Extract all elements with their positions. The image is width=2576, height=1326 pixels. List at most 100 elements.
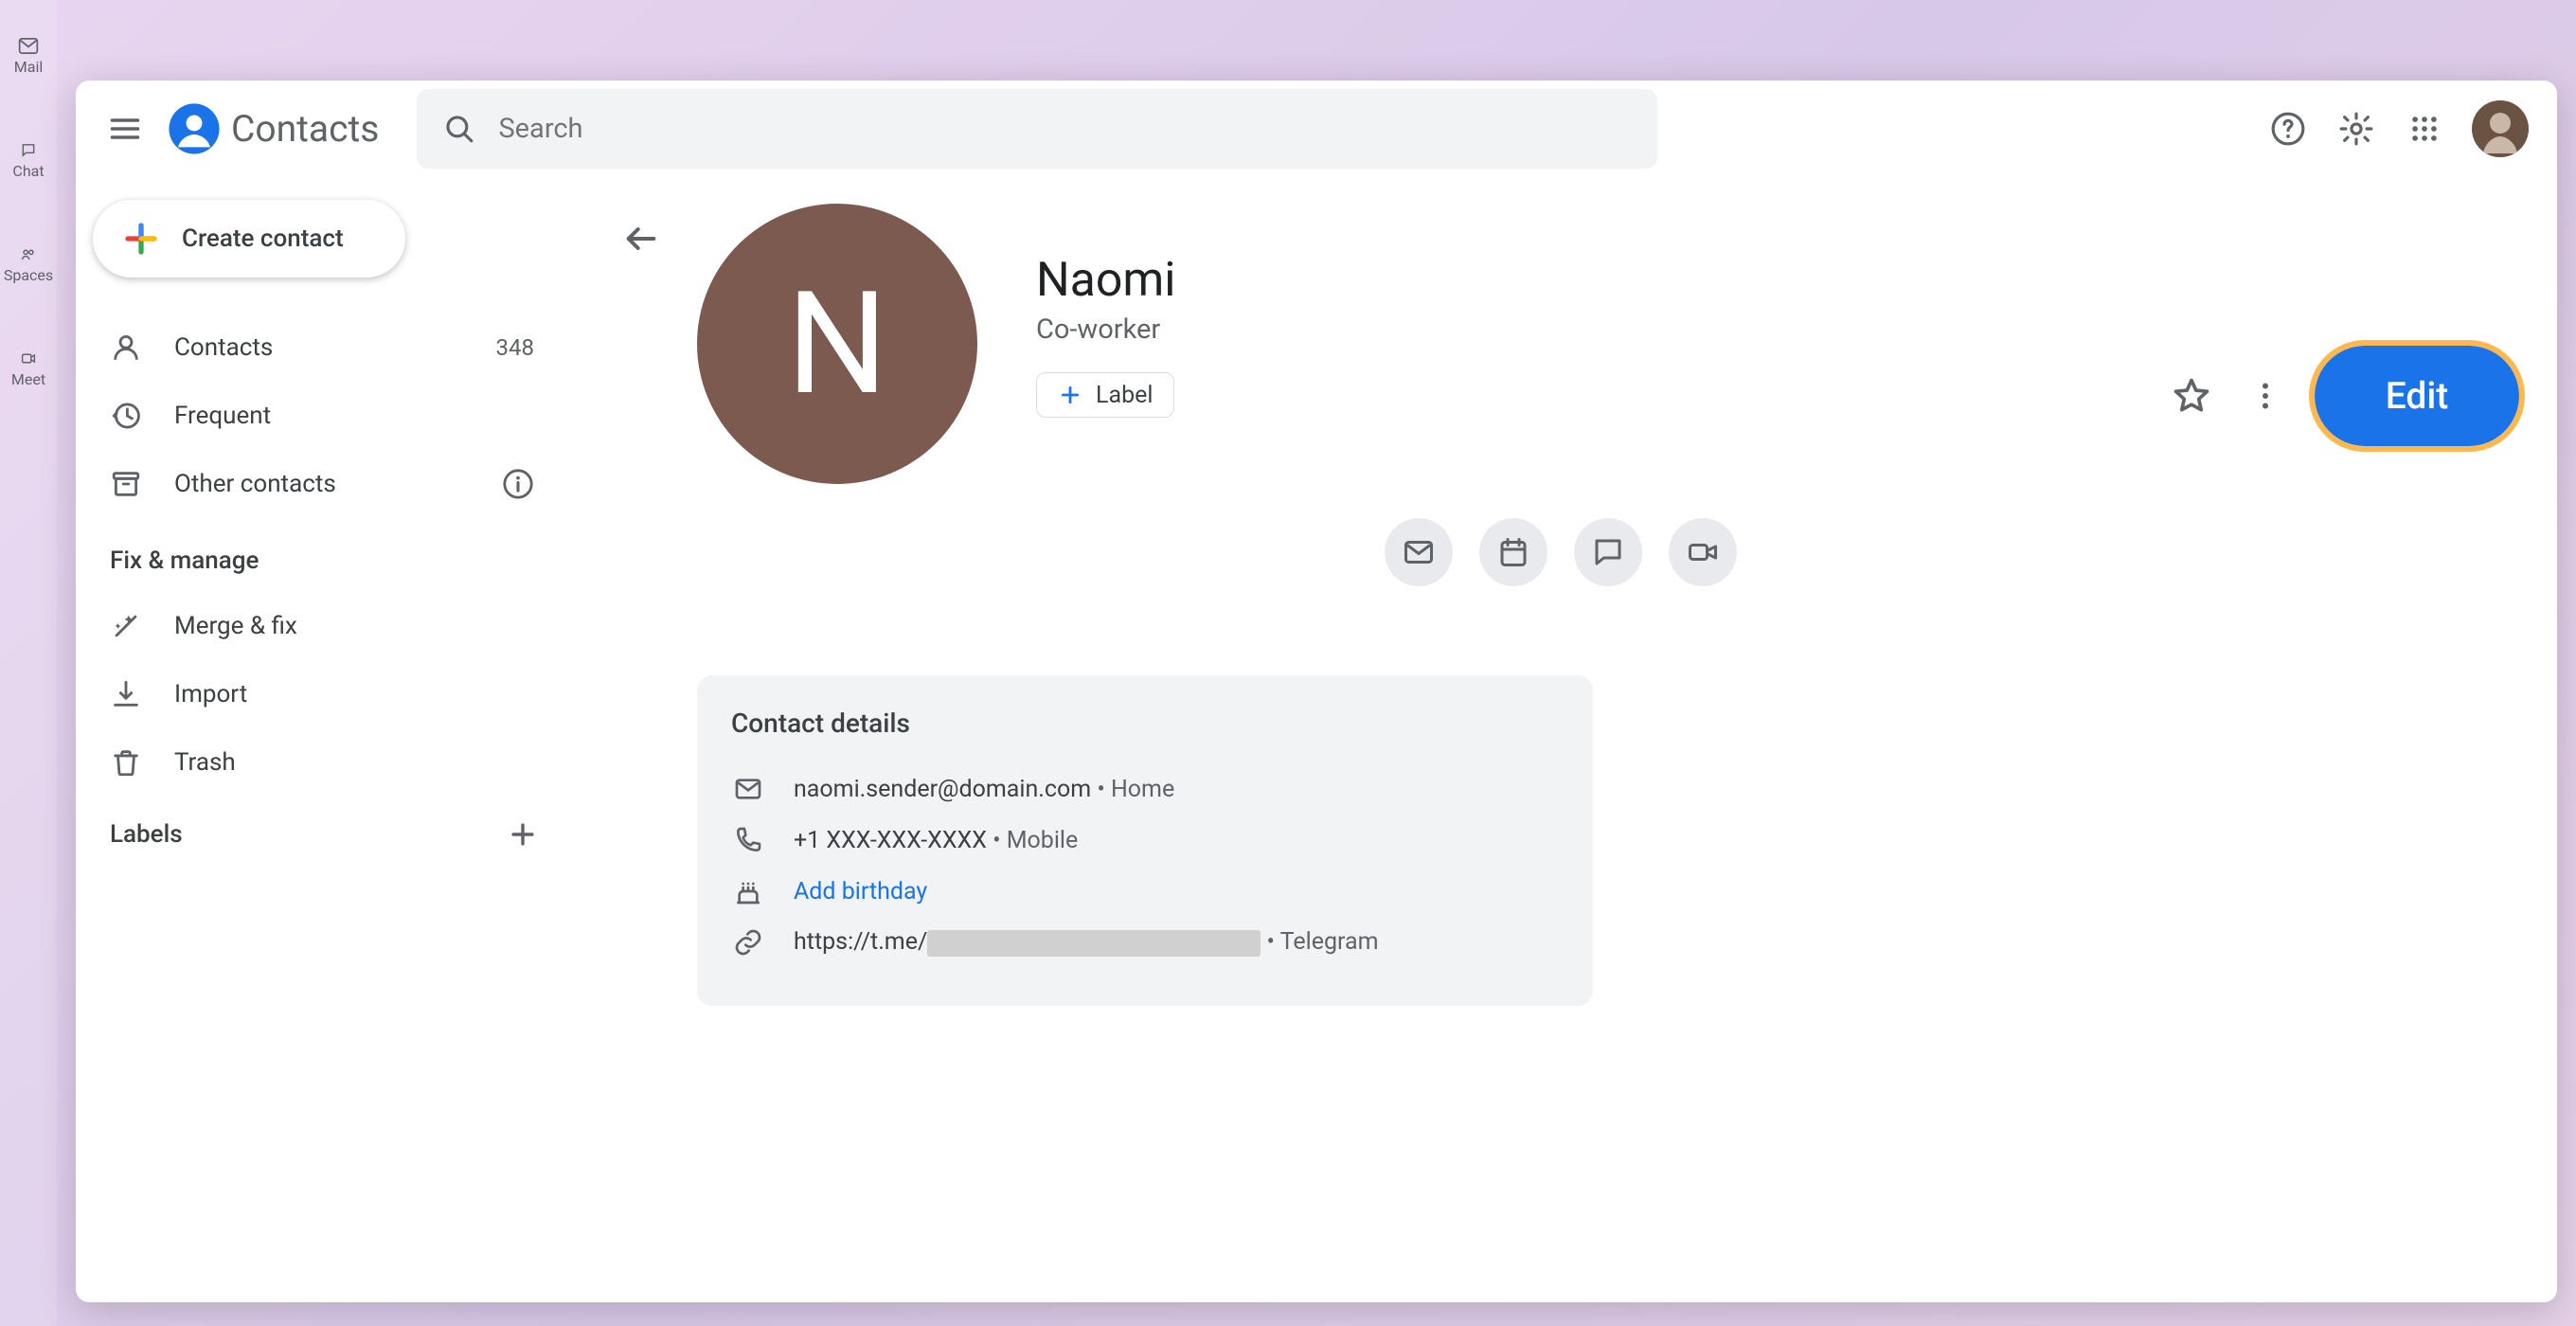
contact-header-actions: Edit	[2167, 346, 2519, 446]
contacts-logo-icon	[167, 101, 222, 156]
add-label-button[interactable]	[502, 814, 544, 855]
video-icon	[1686, 535, 1720, 569]
help-button[interactable]	[2267, 108, 2309, 150]
nav-item-frequent[interactable]: Frequent	[76, 382, 578, 450]
details-title: Contact details	[731, 708, 1559, 739]
contact-avatar[interactable]: N	[697, 204, 977, 484]
link-type: Telegram	[1280, 928, 1379, 956]
contact-info-block: Naomi Co-worker Label	[1036, 204, 1175, 484]
search-input[interactable]	[498, 113, 1631, 145]
header-actions	[2267, 100, 2540, 157]
edit-button-label: Edit	[2386, 374, 2449, 418]
label-chip-text: Label	[1096, 382, 1153, 409]
rail-item-meet[interactable]: Meet	[9, 350, 47, 388]
email-icon	[1402, 535, 1436, 569]
add-label-chip[interactable]: Label	[1036, 372, 1174, 418]
more-vert-icon	[2248, 379, 2282, 413]
add-birthday-link[interactable]: Add birthday	[794, 878, 927, 905]
contact-initial: N	[786, 260, 887, 427]
search-icon	[443, 113, 475, 145]
nav-label: Contacts	[174, 333, 273, 362]
detail-row-link[interactable]: https://t.me/ • Telegram	[731, 917, 1559, 968]
download-icon	[110, 678, 142, 710]
plus-icon	[1058, 383, 1082, 407]
create-contact-button[interactable]: Create contact	[93, 200, 405, 278]
rail-item-spaces[interactable]: Spaces	[9, 246, 47, 284]
phone-icon	[731, 823, 765, 857]
nav-label: Import	[174, 680, 247, 708]
edit-button[interactable]: Edit	[2315, 346, 2519, 446]
wand-icon	[110, 610, 142, 642]
contacts-window: Contacts	[76, 81, 2557, 1302]
phone-type: Mobile	[1007, 827, 1079, 854]
phone-value: +1 XXX-XXX-XXXX	[794, 827, 987, 854]
link-icon	[731, 925, 765, 959]
rail-label: Spaces	[4, 266, 53, 284]
nav-item-trash[interactable]: Trash	[76, 728, 578, 797]
detail-row-birthday[interactable]: Add birthday	[731, 866, 1559, 917]
contacts-count: 348	[496, 334, 544, 361]
nav-label: Frequent	[174, 402, 271, 430]
star-outline-icon	[2171, 375, 2212, 417]
archive-icon	[110, 468, 142, 500]
settings-button[interactable]	[2335, 108, 2377, 150]
app-title: Contacts	[231, 107, 379, 151]
calendar-action[interactable]	[1479, 518, 1547, 586]
action-row	[578, 518, 2557, 586]
contact-name: Naomi	[1036, 253, 1175, 308]
info-icon[interactable]	[502, 468, 544, 500]
create-contact-label: Create contact	[182, 224, 344, 253]
rail-label: Chat	[12, 162, 44, 180]
plus-multicolor-icon	[121, 219, 161, 259]
email-value: naomi.sender@domain.com	[794, 776, 1091, 803]
email-action[interactable]	[1385, 518, 1453, 586]
nav-label: Merge & fix	[174, 612, 297, 640]
cake-icon	[731, 874, 765, 908]
nav-label: Other contacts	[174, 470, 336, 498]
star-button[interactable]	[2167, 371, 2216, 421]
trash-icon	[110, 746, 142, 779]
app-logo[interactable]: Contacts	[167, 101, 379, 156]
search-bar[interactable]	[417, 89, 1657, 169]
sidebar-nav: Contacts 348 Frequent Other contacts	[76, 314, 578, 518]
plus-icon	[507, 818, 539, 851]
apps-grid-button[interactable]	[2404, 108, 2445, 150]
divider	[697, 670, 2519, 671]
fix-manage-title: Fix & manage	[76, 518, 578, 592]
more-options-button[interactable]	[2241, 371, 2290, 421]
redacted-link-value	[927, 930, 1261, 957]
sidebar: Create contact Contacts 348 Frequent Oth…	[76, 177, 578, 1302]
email-type: Home	[1111, 776, 1174, 803]
email-icon	[731, 772, 765, 806]
chat-icon	[1591, 535, 1625, 569]
contact-header: N Naomi Co-worker Label	[578, 204, 2557, 484]
detail-row-phone[interactable]: +1 XXX-XXX-XXXX • Mobile	[731, 815, 1559, 866]
nav-item-import[interactable]: Import	[76, 660, 578, 728]
person-icon	[110, 332, 142, 364]
rail-item-chat[interactable]: Chat	[9, 142, 47, 180]
chat-action[interactable]	[1574, 518, 1642, 586]
nav-item-merge[interactable]: Merge & fix	[76, 592, 578, 660]
main-menu-button[interactable]	[93, 97, 157, 161]
app-body: Create contact Contacts 348 Frequent Oth…	[76, 177, 2557, 1302]
rail-item-mail[interactable]: Mail	[9, 38, 47, 76]
account-avatar[interactable]	[2472, 100, 2529, 157]
link-prefix: https://t.me/	[794, 928, 927, 956]
contact-details-card: Contact details naomi.sender@domain.com …	[697, 675, 1593, 1006]
rail-label: Mail	[14, 58, 43, 76]
video-action[interactable]	[1669, 518, 1737, 586]
contact-detail-panel: N Naomi Co-worker Label	[578, 177, 2557, 1302]
app-header: Contacts	[76, 81, 2557, 177]
detail-row-email[interactable]: naomi.sender@domain.com • Home	[731, 763, 1559, 815]
nav-item-contacts[interactable]: Contacts 348	[76, 314, 578, 382]
background-app-rail: Mail Chat Spaces Meet	[0, 0, 57, 1326]
rail-label: Meet	[11, 370, 45, 388]
contact-subtitle: Co-worker	[1036, 314, 1175, 346]
calendar-icon	[1496, 535, 1530, 569]
nav-item-other[interactable]: Other contacts	[76, 450, 578, 518]
quick-actions	[1385, 518, 1832, 586]
labels-title: Labels	[110, 820, 183, 849]
labels-header: Labels	[76, 797, 578, 872]
history-icon	[110, 400, 142, 432]
nav-label: Trash	[174, 748, 236, 777]
